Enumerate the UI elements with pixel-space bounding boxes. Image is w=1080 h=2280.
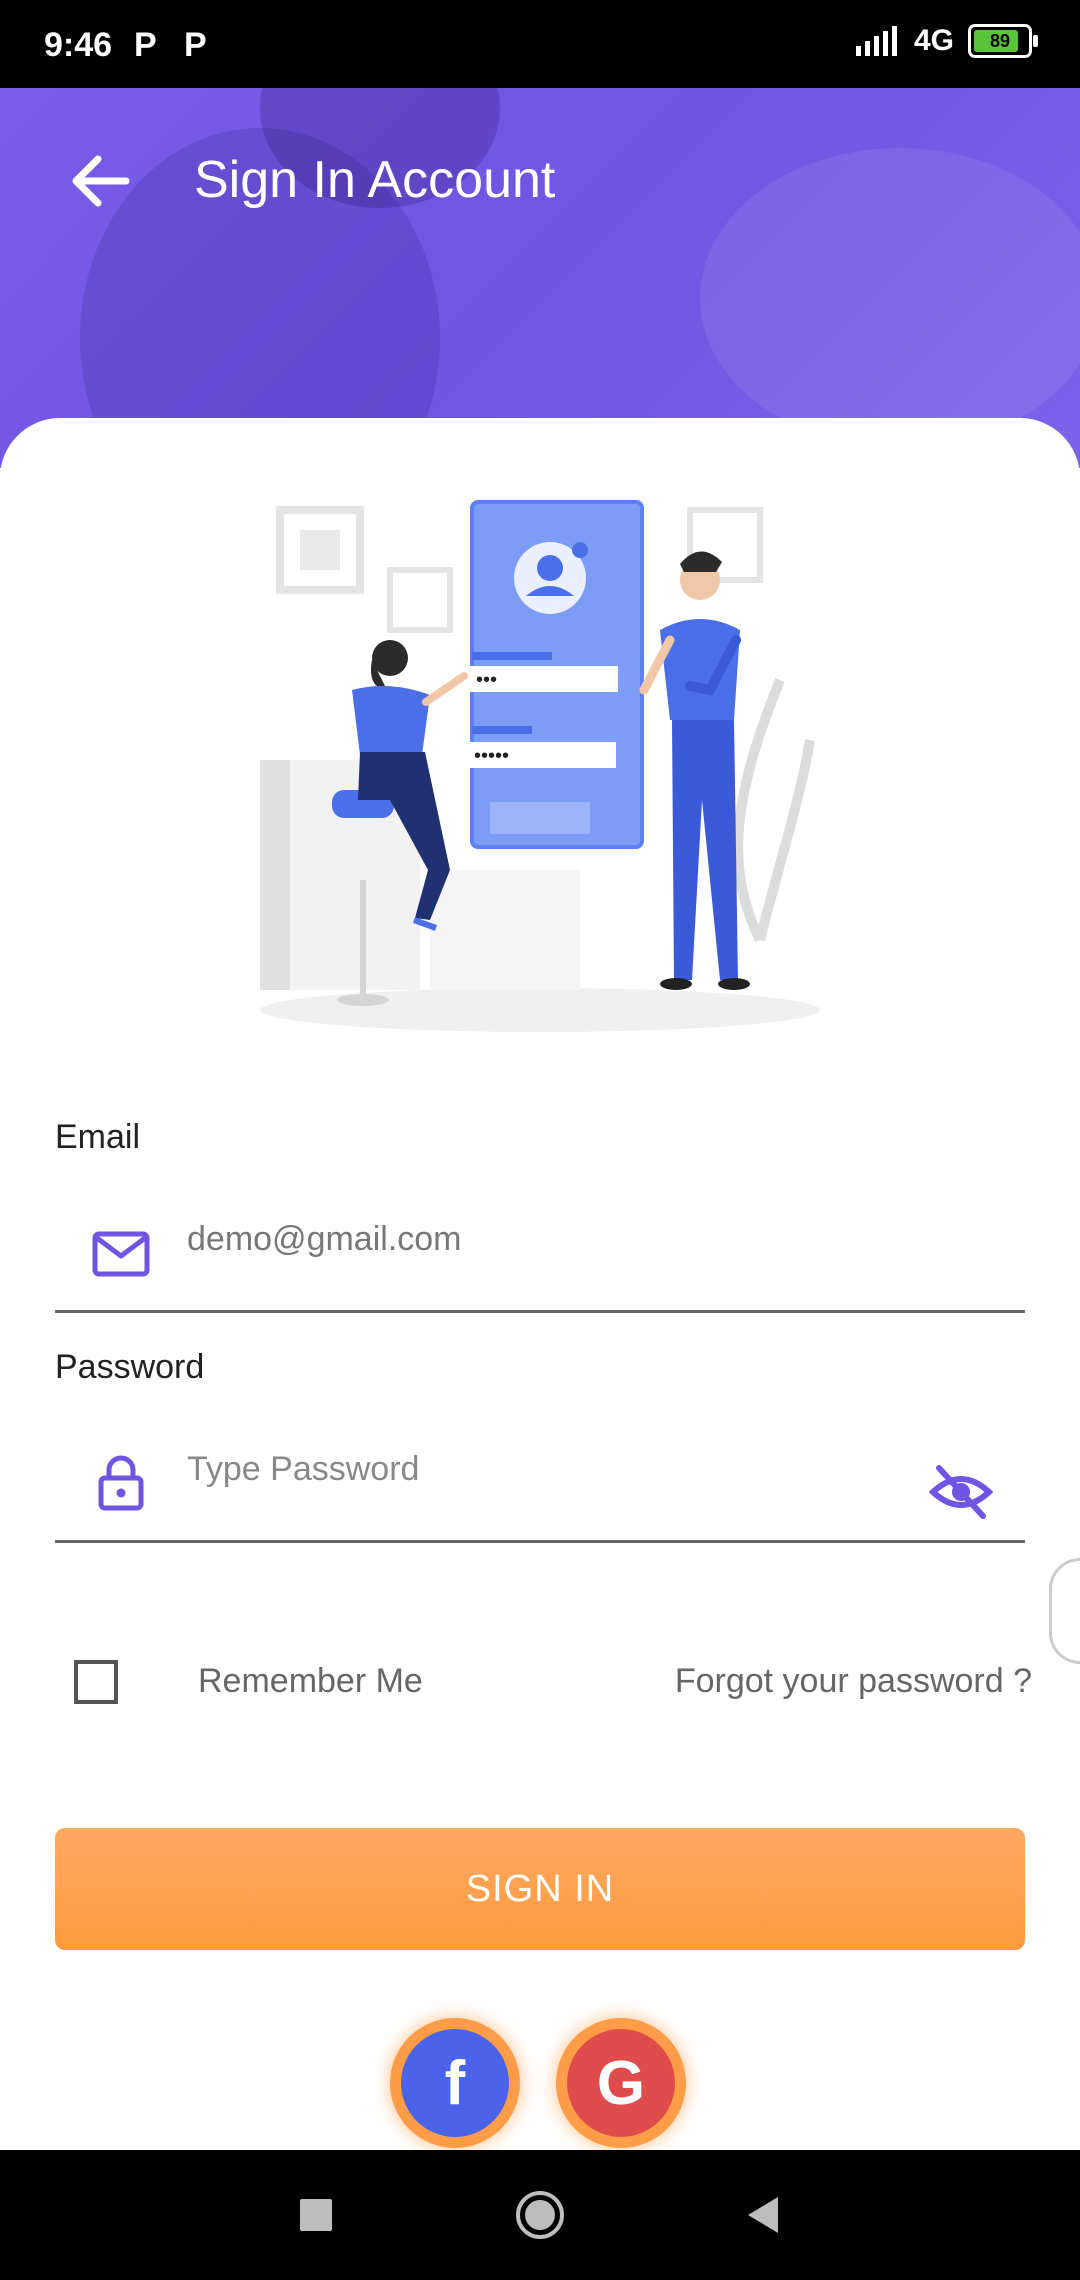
edge-handle[interactable] (1049, 1558, 1080, 1664)
notification-icon: P (184, 26, 207, 64)
nav-recents-button[interactable] (276, 2180, 356, 2250)
password-label: Password (55, 1348, 205, 1386)
email-field-row (55, 1200, 1025, 1313)
back-button[interactable] (60, 146, 140, 216)
signin-card: ••• ••••• Email Password (0, 418, 1080, 2150)
login-illustration: ••• ••••• (260, 500, 820, 1032)
forgot-password-link[interactable]: Forgot your password ? (675, 1662, 1032, 1701)
svg-text:•••••: ••••• (474, 745, 509, 767)
password-input[interactable] (187, 1434, 887, 1504)
google-login-button[interactable]: G (556, 2018, 686, 2148)
notification-icon: P (134, 26, 157, 64)
nav-home-icon (516, 2191, 564, 2239)
header-banner: Sign In Account (0, 88, 1080, 468)
svg-text:•••: ••• (476, 669, 497, 691)
navigation-bar (0, 2150, 1080, 2280)
email-input[interactable] (187, 1204, 887, 1274)
nav-back-button[interactable] (722, 2180, 802, 2250)
status-time: 9:46 (44, 26, 113, 64)
eye-off-icon[interactable] (929, 1460, 993, 1524)
network-type: 4G (913, 24, 954, 57)
mail-icon (92, 1231, 150, 1277)
arrow-left-icon (72, 155, 130, 207)
signal-icon (855, 26, 897, 56)
status-bar: 9:46 P P 4G 89 (0, 0, 1080, 88)
password-field-row (55, 1430, 1025, 1543)
nav-recents-icon (300, 2199, 332, 2231)
email-label: Email (55, 1118, 141, 1156)
nav-home-button[interactable] (500, 2180, 580, 2250)
facebook-icon: f (401, 2029, 509, 2137)
lock-icon (98, 1455, 144, 1511)
battery-level: 89 (989, 30, 1011, 51)
facebook-login-button[interactable]: f (390, 2018, 520, 2148)
sign-in-button[interactable]: SIGN IN (55, 1828, 1025, 1950)
remember-me-checkbox[interactable] (74, 1660, 118, 1704)
nav-back-icon (748, 2197, 778, 2233)
page-title: Sign In Account (194, 151, 556, 209)
battery-icon: 89 (968, 24, 1038, 58)
google-icon: G (567, 2029, 675, 2137)
remember-me-label[interactable]: Remember Me (198, 1662, 423, 1701)
